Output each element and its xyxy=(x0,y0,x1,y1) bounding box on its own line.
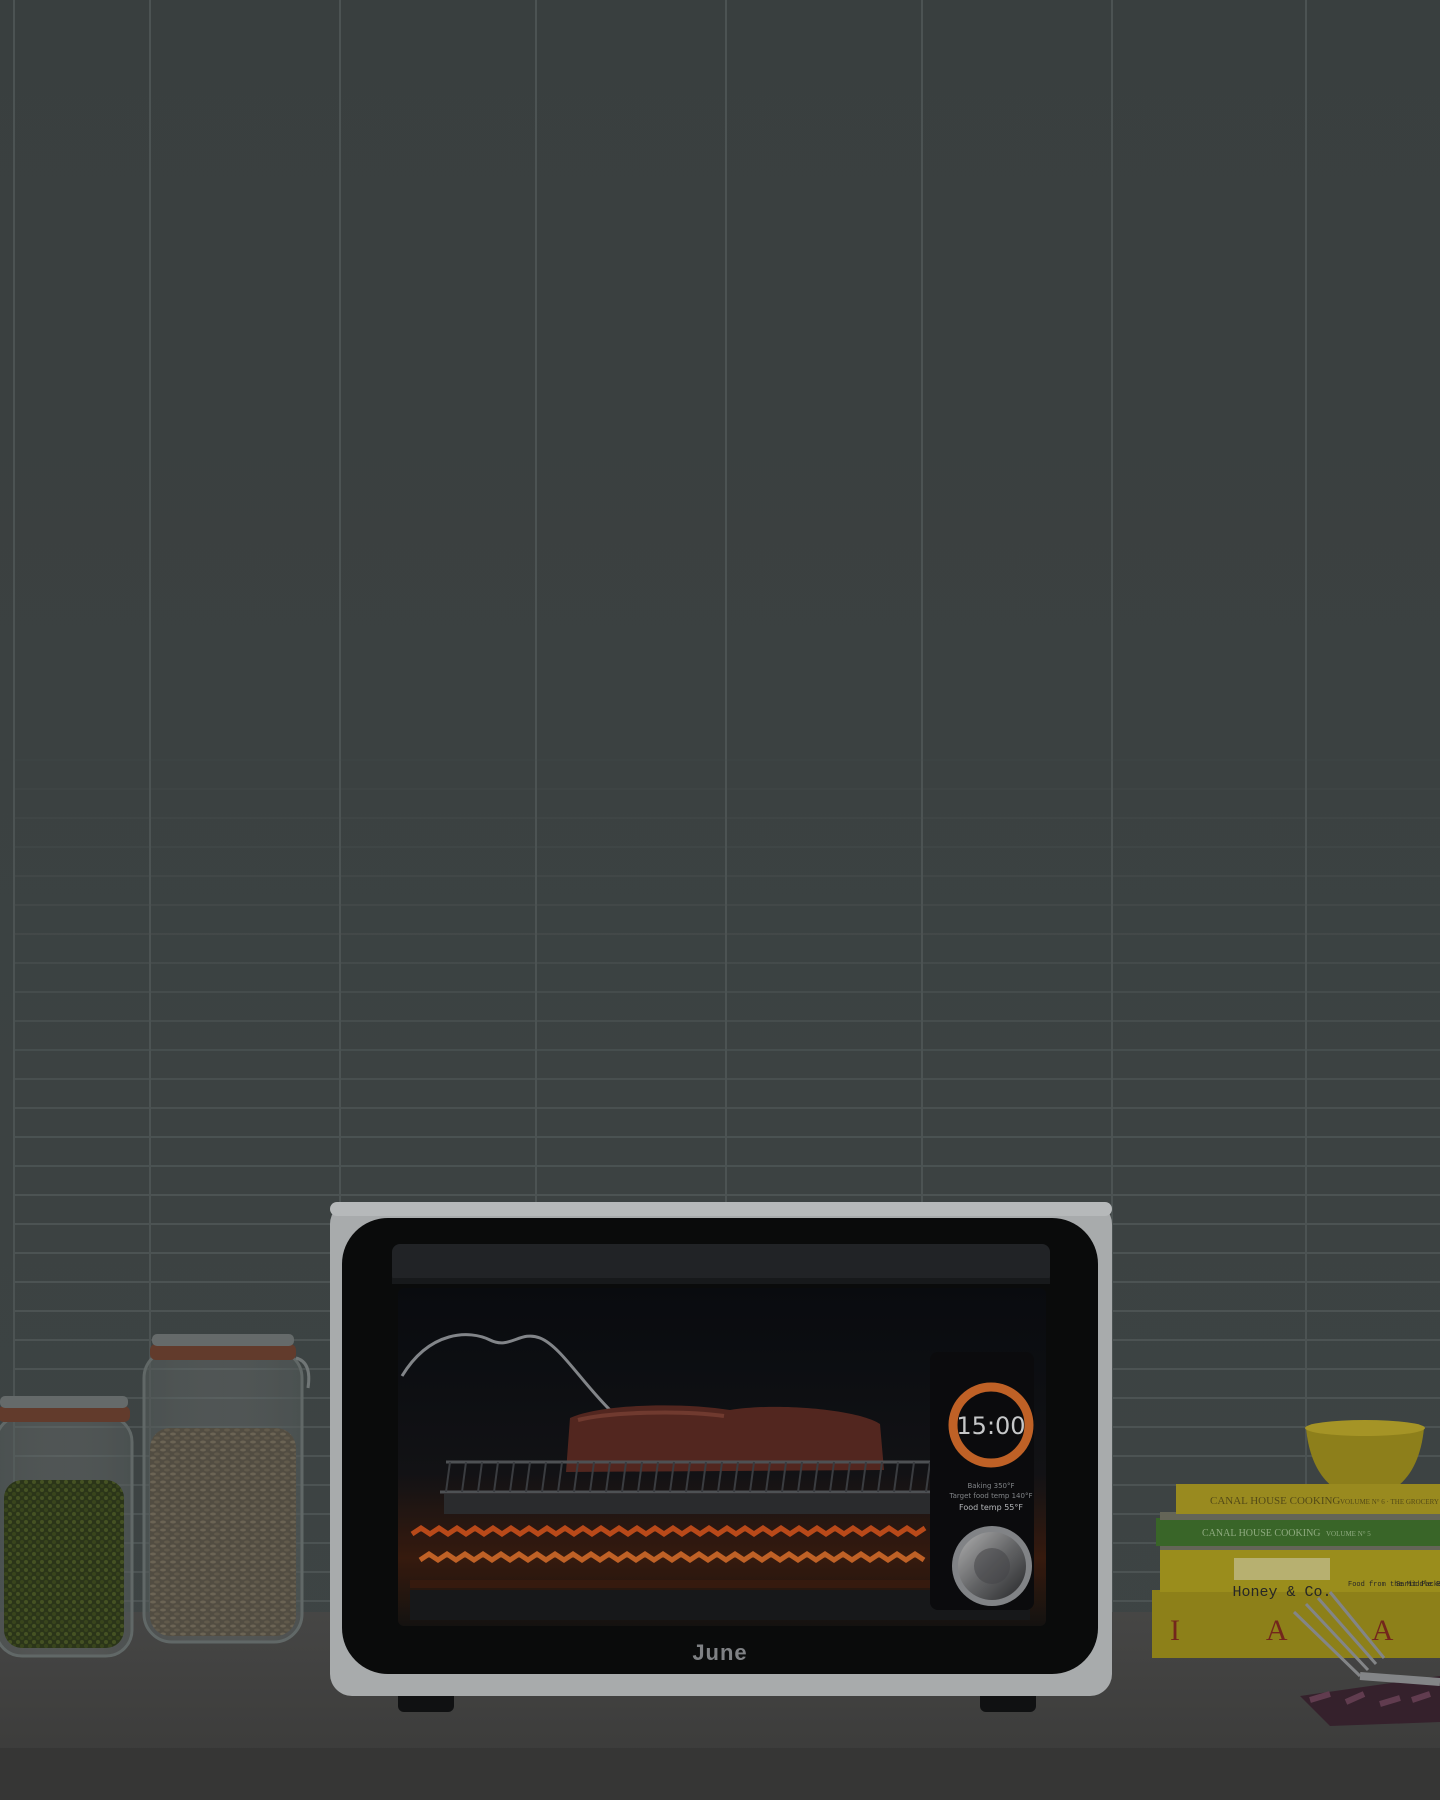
kitchen-scene: 15:00 Baking 350°F Target food temp 140°… xyxy=(0,0,1440,1800)
dim-overlay xyxy=(0,0,1440,1800)
